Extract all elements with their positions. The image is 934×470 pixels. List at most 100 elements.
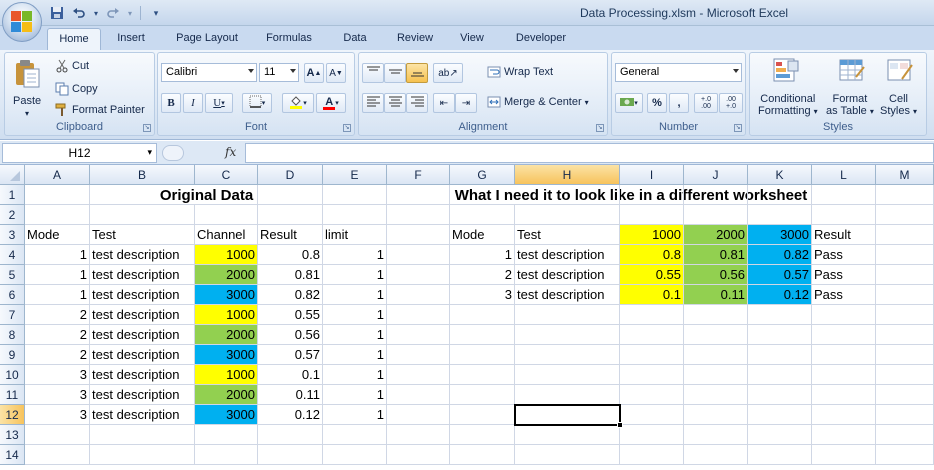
cell[interactable]: [620, 385, 684, 405]
column-header-f[interactable]: F: [387, 165, 450, 185]
font-launcher-icon[interactable]: ↘: [343, 124, 351, 132]
cell[interactable]: [450, 425, 515, 445]
cell[interactable]: [748, 205, 812, 225]
data-cell[interactable]: 1: [323, 305, 387, 325]
number-launcher-icon[interactable]: ↘: [734, 124, 742, 132]
data-cell[interactable]: 0.55: [258, 305, 323, 325]
data-cell[interactable]: 0.8: [258, 245, 323, 265]
cell[interactable]: [25, 185, 90, 205]
column-header-d[interactable]: D: [258, 165, 323, 185]
row-header-1[interactable]: 1: [0, 185, 25, 205]
cell[interactable]: [620, 185, 684, 205]
data-cell[interactable]: Pass: [812, 285, 876, 305]
data-cell[interactable]: 3: [25, 405, 90, 425]
cell[interactable]: [876, 185, 934, 205]
data-cell[interactable]: 2: [25, 325, 90, 345]
cell[interactable]: [812, 185, 876, 205]
cell[interactable]: [876, 325, 934, 345]
cell[interactable]: [684, 185, 748, 205]
font-size-select[interactable]: 11: [259, 63, 299, 82]
cell[interactable]: [515, 365, 620, 385]
cell[interactable]: [812, 305, 876, 325]
cell-styles-icon[interactable]: [886, 57, 914, 85]
fill-color-button[interactable]: ▾: [282, 93, 314, 113]
row-header-5[interactable]: 5: [0, 265, 25, 285]
header-cell[interactable]: 3000: [748, 225, 812, 245]
data-cell[interactable]: 0.57: [748, 265, 812, 285]
row-header-12[interactable]: 12: [0, 405, 25, 425]
column-header-c[interactable]: C: [195, 165, 258, 185]
header-cell[interactable]: Test: [515, 225, 620, 245]
cell[interactable]: [387, 365, 450, 385]
tab-page-layout[interactable]: Page Layout: [168, 28, 246, 50]
row-header-7[interactable]: 7: [0, 305, 25, 325]
cell[interactable]: [450, 405, 515, 425]
data-cell[interactable]: Pass: [812, 245, 876, 265]
data-cell[interactable]: 3000: [195, 285, 258, 305]
cell[interactable]: [515, 425, 620, 445]
column-header-m[interactable]: M: [876, 165, 934, 185]
data-cell[interactable]: 1000: [195, 365, 258, 385]
row-header-2[interactable]: 2: [0, 205, 25, 225]
shrink-font-button[interactable]: A ▼: [326, 63, 346, 83]
worksheet-grid[interactable]: ABCDEFGHIJKLM 1 2 3 4 5 6 7 8 9 10 11 12 13 14 Origin…: [0, 165, 934, 470]
cell[interactable]: [748, 385, 812, 405]
data-cell[interactable]: 0.81: [258, 265, 323, 285]
header-cell[interactable]: Result: [258, 225, 323, 245]
row-header-6[interactable]: 6: [0, 285, 25, 305]
save-icon[interactable]: [48, 5, 66, 21]
cell[interactable]: [684, 345, 748, 365]
data-cell[interactable]: test description: [90, 345, 195, 365]
cell[interactable]: [387, 445, 450, 465]
cell[interactable]: [387, 305, 450, 325]
data-cell[interactable]: test description: [515, 245, 620, 265]
cell[interactable]: [812, 385, 876, 405]
bold-button[interactable]: B: [161, 93, 181, 113]
row-header-8[interactable]: 8: [0, 325, 25, 345]
data-cell[interactable]: 2: [25, 345, 90, 365]
data-cell[interactable]: 0.56: [684, 265, 748, 285]
data-cell[interactable]: 2000: [195, 265, 258, 285]
italic-button[interactable]: I: [183, 93, 203, 113]
cell-styles-button[interactable]: Cell Styles ▾: [880, 93, 917, 118]
increase-decimal-button[interactable]: +.0 .00: [694, 93, 718, 113]
data-cell[interactable]: 0.8: [620, 245, 684, 265]
cell[interactable]: [515, 185, 620, 205]
cell[interactable]: [684, 425, 748, 445]
align-right-button[interactable]: [406, 93, 428, 113]
align-bottom-button[interactable]: [406, 63, 428, 83]
data-cell[interactable]: 1: [323, 365, 387, 385]
cell[interactable]: [812, 325, 876, 345]
data-cell[interactable]: 2: [25, 305, 90, 325]
cell[interactable]: [450, 345, 515, 365]
fill-handle[interactable]: [617, 422, 623, 428]
row-header-4[interactable]: 4: [0, 245, 25, 265]
cell[interactable]: [195, 445, 258, 465]
data-cell[interactable]: 0.12: [748, 285, 812, 305]
align-center-button[interactable]: [384, 93, 406, 113]
data-cell[interactable]: 0.11: [684, 285, 748, 305]
cell[interactable]: [876, 445, 934, 465]
decrease-indent-button[interactable]: ⇤: [433, 93, 455, 113]
column-header-l[interactable]: L: [812, 165, 876, 185]
column-header-k[interactable]: K: [748, 165, 812, 185]
redo-icon[interactable]: [104, 5, 122, 21]
header-cell[interactable]: limit: [323, 225, 387, 245]
cell[interactable]: [387, 205, 450, 225]
merge-center-button[interactable]: Merge & Center ▾: [487, 95, 589, 109]
data-cell[interactable]: 1: [450, 245, 515, 265]
name-box[interactable]: H12 ▾: [2, 143, 157, 163]
cell[interactable]: [876, 365, 934, 385]
cell[interactable]: [748, 305, 812, 325]
cell[interactable]: [515, 445, 620, 465]
grow-font-button[interactable]: A ▲: [304, 63, 324, 83]
cell[interactable]: [876, 285, 934, 305]
header-cell[interactable]: Mode: [450, 225, 515, 245]
cell[interactable]: [258, 445, 323, 465]
cell[interactable]: [90, 205, 195, 225]
cell[interactable]: [387, 285, 450, 305]
cell[interactable]: [620, 305, 684, 325]
header-cell[interactable]: Result: [812, 225, 876, 245]
cell[interactable]: [450, 365, 515, 385]
paste-dropdown[interactable]: ▾: [25, 109, 29, 118]
